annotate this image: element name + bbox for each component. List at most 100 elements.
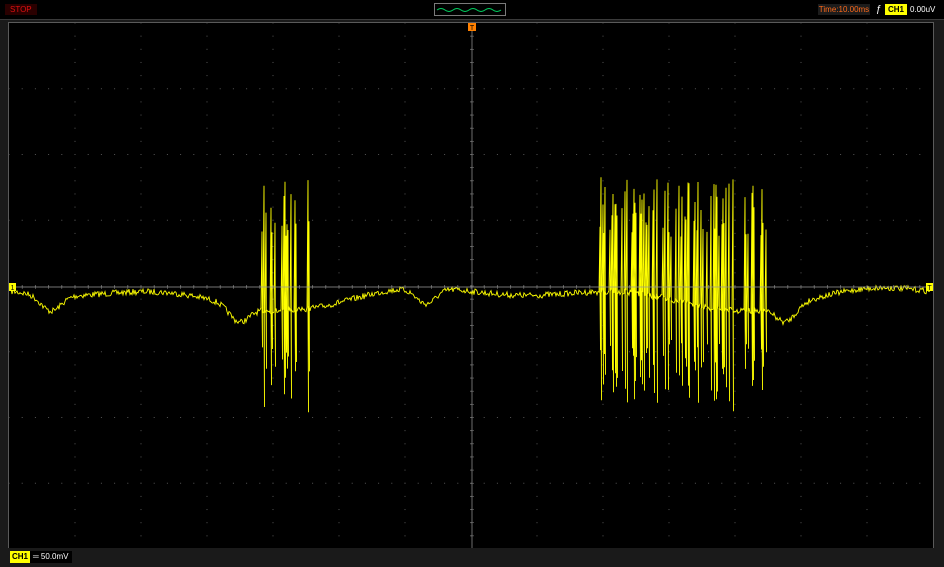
grid-dot	[325, 88, 327, 90]
grid-dot	[866, 154, 868, 155]
grid-dot	[193, 154, 195, 155]
grid-dot	[48, 351, 50, 353]
grid-dot	[74, 509, 76, 511]
grid-dot	[140, 390, 142, 392]
grid-dot	[444, 351, 446, 353]
grid-dot	[800, 246, 802, 248]
grid-dot	[48, 417, 50, 418]
grid-dot	[140, 61, 142, 63]
grid-dot	[787, 351, 789, 353]
grid-dot	[140, 206, 142, 208]
grid-dot	[140, 509, 142, 511]
grid-dot	[536, 167, 538, 169]
grid-dot	[721, 417, 723, 418]
grid-dot	[866, 232, 868, 234]
grid-dot	[34, 88, 36, 90]
grid-dot	[536, 522, 538, 524]
grid-dot	[668, 154, 670, 155]
grid-dot	[444, 219, 446, 221]
grid-dot	[866, 351, 868, 353]
grid-dot	[853, 417, 855, 418]
trigger-level-marker-right[interactable]: T	[926, 283, 933, 292]
grid-dot	[404, 522, 406, 524]
grid-dot	[668, 180, 670, 182]
grid-dot	[523, 219, 525, 221]
waveform-display[interactable]: T 1 T	[8, 22, 934, 550]
run-stop-status[interactable]: STOP	[5, 4, 37, 15]
grid-dot	[74, 127, 76, 129]
grid-dot	[338, 101, 340, 103]
grid-dot	[826, 417, 828, 418]
grid-dot	[272, 206, 274, 208]
waveform-overview-icon[interactable]	[434, 3, 506, 16]
grid-dot	[826, 482, 828, 484]
trigger-channel-badge[interactable]: CH1	[885, 4, 908, 15]
grid-dot	[404, 535, 406, 537]
grid-dot	[919, 417, 921, 418]
bottom-status-bar: CH1 ═ 50.0mV	[0, 548, 944, 567]
channel-offset-marker-left[interactable]: 1	[9, 283, 16, 292]
grid-dot	[74, 259, 76, 261]
grid-dot	[708, 219, 710, 221]
grid-dot	[378, 154, 380, 155]
grid-dot	[734, 88, 736, 90]
grid-dot	[813, 219, 815, 221]
svg-text:T: T	[470, 25, 475, 32]
grid-dot	[668, 403, 670, 405]
grid-dot	[338, 403, 340, 405]
grid-dot	[87, 351, 89, 353]
grid-dot	[140, 338, 142, 340]
grid-dot	[694, 482, 696, 484]
grid-dot	[140, 23, 142, 24]
ch1-scale-readout[interactable]: CH1 ═ 50.0mV	[10, 551, 72, 563]
grid-dot	[879, 219, 881, 221]
grid-dot	[338, 417, 340, 418]
grid-dot	[338, 311, 340, 313]
grid-dot	[206, 469, 208, 471]
grid-dot	[536, 311, 538, 313]
grid-dot	[285, 417, 287, 418]
grid-dot	[140, 219, 142, 221]
grid-dot	[576, 219, 578, 221]
timebase-readout[interactable]: Time:10.00ms	[818, 4, 870, 15]
grid-dot	[404, 403, 406, 405]
grid-dot	[496, 351, 498, 353]
grid-dot	[34, 482, 36, 484]
grid-dot	[140, 127, 142, 129]
grid-dot	[457, 88, 459, 90]
grid-dot	[140, 469, 142, 471]
grid-dot	[536, 469, 538, 471]
grid-dot	[338, 219, 340, 221]
grid-dot	[140, 522, 142, 524]
grid-dot	[140, 311, 142, 313]
grid-dot	[140, 193, 142, 195]
grid-dot	[206, 180, 208, 182]
ch1-waveform-trace	[10, 177, 932, 413]
grid-dot	[457, 351, 459, 353]
grid-dot	[602, 417, 604, 418]
grid-dot	[562, 482, 564, 484]
grid-dot	[892, 154, 894, 155]
grid-dot	[180, 351, 182, 353]
grid-dot	[668, 430, 670, 432]
grid-dot	[127, 88, 129, 90]
grid-dot	[734, 456, 736, 458]
grid-dot	[140, 403, 142, 405]
trigger-position-marker[interactable]: T	[468, 23, 476, 32]
grid-dot	[206, 193, 208, 195]
grid-dot	[417, 351, 419, 353]
trigger-level-readout[interactable]: 0.00uV	[910, 4, 935, 15]
grid-dot	[734, 35, 736, 37]
grid-dot	[404, 509, 406, 511]
grid-dot	[140, 495, 142, 497]
grid-dot	[404, 88, 406, 90]
grid-dot	[668, 167, 670, 169]
grid-dot	[206, 272, 208, 274]
grid-dot	[206, 403, 208, 405]
grid-dot	[800, 469, 802, 471]
grid-dot	[87, 88, 89, 90]
grid-dot	[576, 351, 578, 353]
grid-dot	[576, 417, 578, 418]
grid-dot	[457, 417, 459, 418]
grid-dot	[127, 417, 129, 418]
